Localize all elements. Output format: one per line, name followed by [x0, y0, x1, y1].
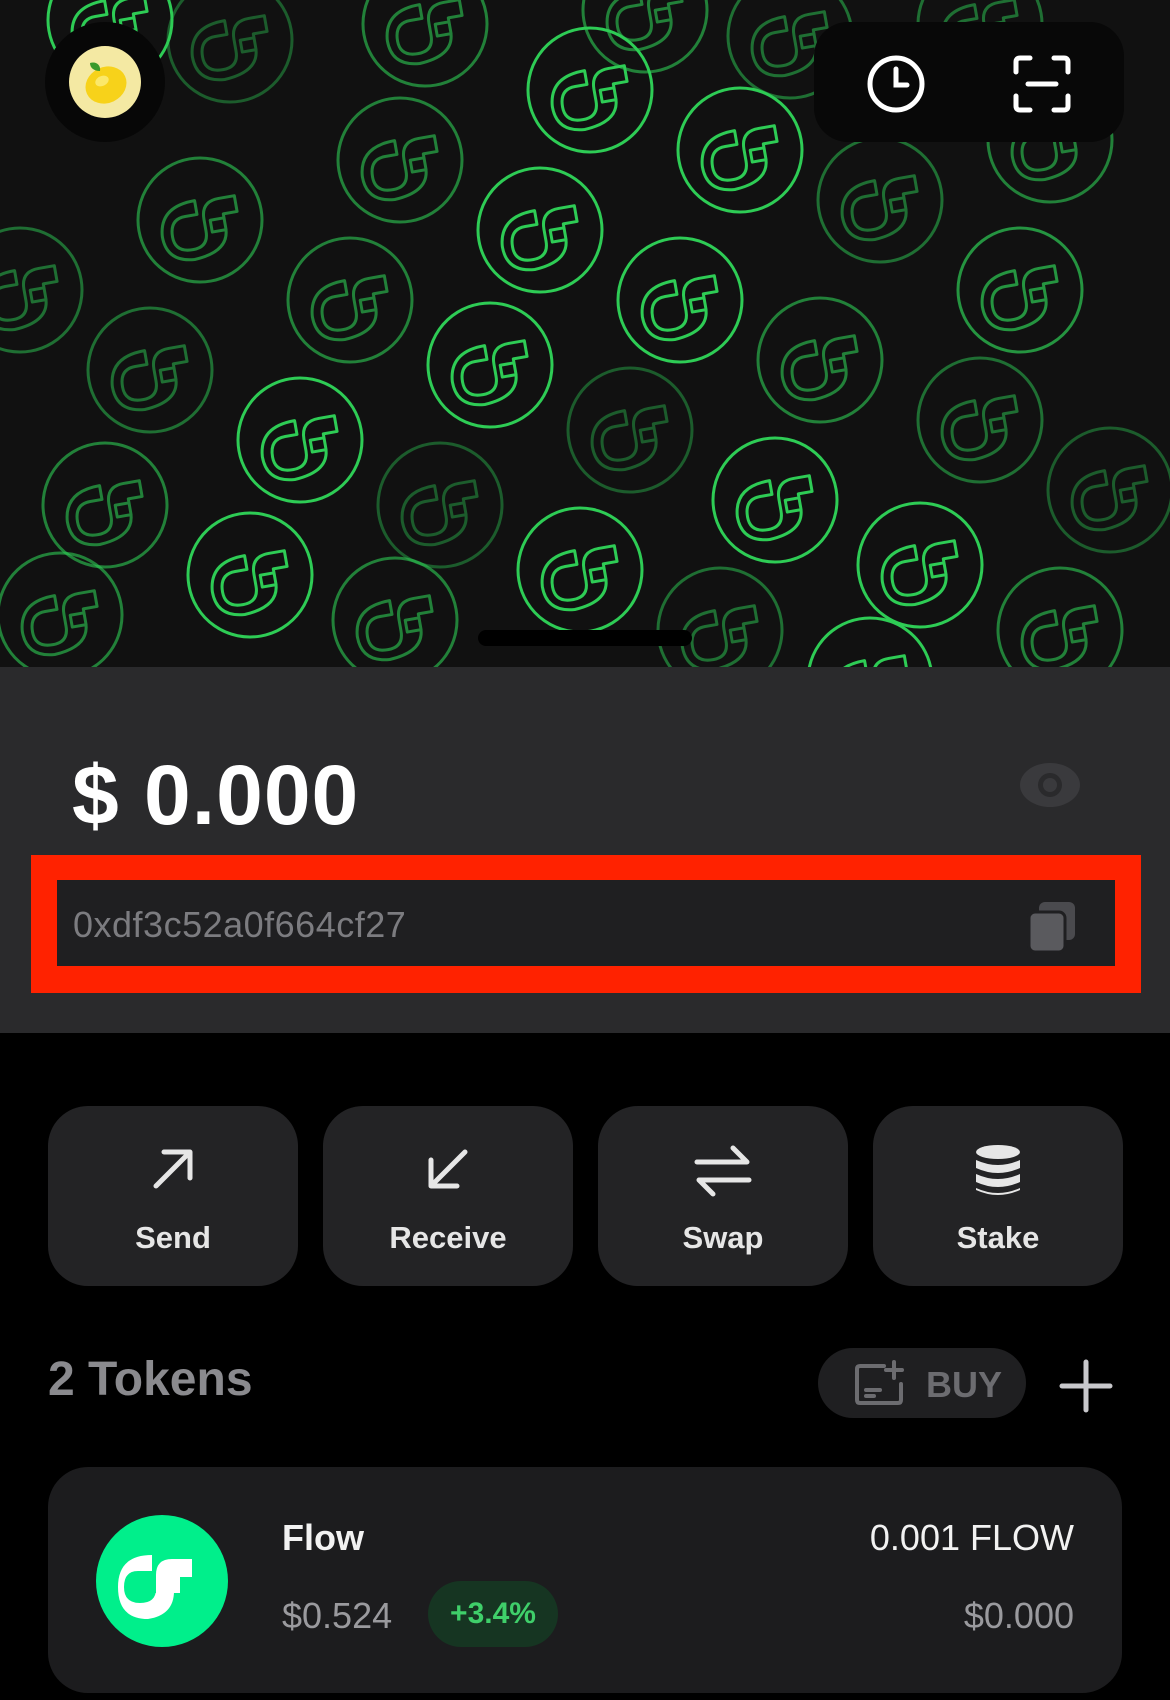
header-actions	[814, 22, 1124, 142]
tokens-count-title: 2 Tokens	[48, 1353, 253, 1406]
flow-pattern-coin-icon	[816, 136, 944, 264]
token-row-flow[interactable]: Flow $0.524 +3.4% 0.001 FLOW $0.000	[48, 1467, 1122, 1693]
receive-label: Receive	[389, 1220, 507, 1255]
plus-icon[interactable]	[1058, 1358, 1114, 1414]
flow-pattern-coin-icon	[426, 301, 554, 429]
token-price: $0.524	[282, 1595, 393, 1636]
flow-pattern-coin-icon	[516, 506, 644, 634]
send-button[interactable]: Send	[48, 1106, 298, 1286]
stake-button[interactable]: Stake	[873, 1106, 1123, 1286]
flow-pattern-coin-icon	[376, 441, 504, 569]
flow-pattern-coin-icon	[86, 306, 214, 434]
scan-icon[interactable]	[1010, 52, 1074, 116]
buy-label: BUY	[926, 1364, 1003, 1405]
flow-pattern-coin-icon	[336, 96, 464, 224]
flow-pattern-coin-icon	[806, 616, 934, 667]
lemon-icon	[69, 46, 141, 118]
flow-pattern-coin-icon	[656, 566, 784, 667]
wallet-balance: $ 0.000	[72, 748, 360, 842]
wallet-address: 0xdf3c52a0f664cf27	[73, 904, 407, 945]
coin-stack-icon	[955, 1144, 1041, 1204]
flow-pattern-coin-icon	[996, 566, 1124, 667]
flow-pattern-coin-icon	[616, 236, 744, 364]
flow-pattern-coin-icon	[1046, 426, 1170, 554]
flow-pattern-coin-icon	[711, 436, 839, 564]
arrow-up-right-icon	[130, 1144, 216, 1204]
buy-card-icon	[854, 1360, 904, 1406]
flow-pattern-coin-icon	[186, 511, 314, 639]
arrow-down-left-icon	[405, 1144, 491, 1204]
flow-pattern-coin-icon	[0, 551, 124, 667]
eye-icon[interactable]	[1018, 761, 1082, 809]
send-label: Send	[135, 1220, 211, 1255]
quick-actions: Send Receive Swap Stake	[48, 1106, 1123, 1286]
flow-pattern-coin-icon	[136, 156, 264, 284]
wallet-address-field[interactable]: 0xdf3c52a0f664cf27	[57, 880, 1115, 966]
buy-button[interactable]: BUY	[818, 1348, 1026, 1418]
flow-pattern-coin-icon	[236, 376, 364, 504]
flow-pattern-coin-icon	[0, 226, 84, 354]
swap-button[interactable]: Swap	[598, 1106, 848, 1286]
flow-pattern-coin-icon	[916, 356, 1044, 484]
flow-logo-icon	[96, 1515, 228, 1647]
wallet-header-background	[0, 0, 1170, 667]
flow-pattern-coin-icon	[856, 501, 984, 629]
copy-icon[interactable]	[1023, 898, 1081, 956]
flow-pattern-coin-icon	[286, 236, 414, 364]
token-value: $0.000	[963, 1595, 1074, 1636]
flow-pattern-coin-icon	[676, 86, 804, 214]
token-amount: 0.001 FLOW	[869, 1517, 1074, 1558]
sheet-grabber[interactable]	[478, 630, 692, 646]
flow-pattern-coin-icon	[566, 366, 694, 494]
flow-pattern-coin-icon	[756, 296, 884, 424]
swap-label: Swap	[682, 1220, 764, 1255]
clock-icon[interactable]	[864, 52, 928, 116]
flow-pattern-coin-icon	[476, 166, 604, 294]
flow-pattern-coin-icon	[41, 441, 169, 569]
avatar-button[interactable]	[45, 22, 165, 142]
stake-label: Stake	[956, 1220, 1040, 1255]
token-name: Flow	[282, 1517, 364, 1558]
flow-pattern-coin-icon	[166, 0, 294, 104]
token-change-badge: +3.4%	[428, 1581, 558, 1647]
swap-arrows-icon	[680, 1144, 766, 1204]
flow-pattern-coin-icon	[956, 226, 1084, 354]
flow-pattern-coin-icon	[581, 0, 709, 74]
flow-pattern-coin-icon	[361, 0, 489, 88]
balance-panel: $ 0.000 0xdf3c52a0f664cf27	[0, 667, 1170, 1033]
receive-button[interactable]: Receive	[323, 1106, 573, 1286]
